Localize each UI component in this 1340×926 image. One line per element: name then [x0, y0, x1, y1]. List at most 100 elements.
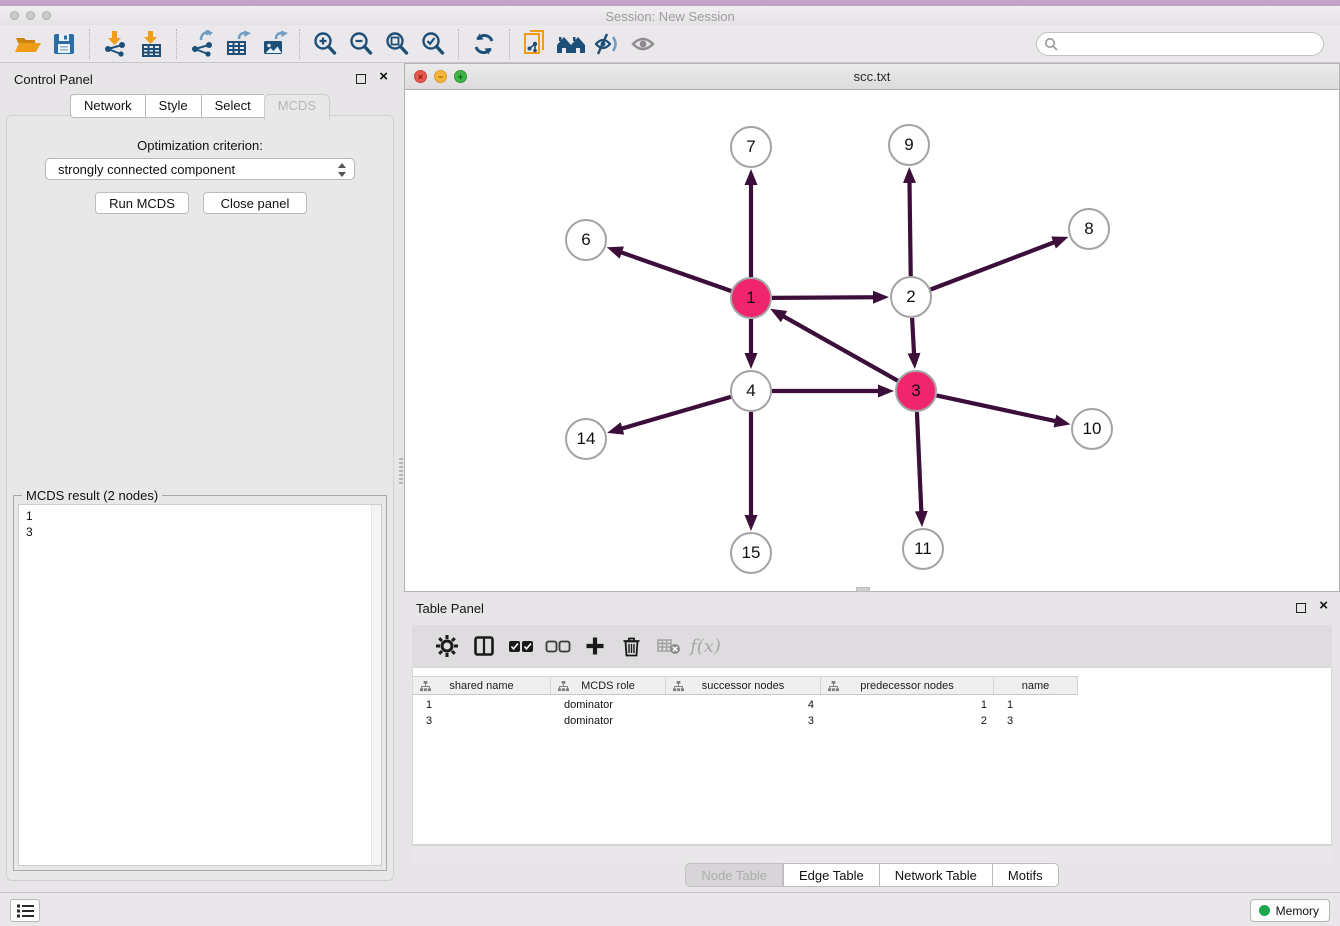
close-panel-button[interactable]: Close panel: [203, 192, 307, 214]
tab-select[interactable]: Select: [201, 94, 264, 118]
zoom-out-button[interactable]: [343, 28, 379, 60]
graph-edge-2-8[interactable]: [931, 239, 1063, 290]
table-cell-predecessor-nodes[interactable]: 1: [821, 697, 994, 713]
search-input[interactable]: [1058, 37, 1316, 51]
graph-edge-3-11[interactable]: [917, 412, 922, 521]
hierarchy-icon: [673, 681, 684, 692]
tab-motifs[interactable]: Motifs: [992, 863, 1059, 887]
graph-node-15[interactable]: 15: [730, 532, 772, 574]
graph-node-7[interactable]: 7: [730, 126, 772, 168]
close-panel-icon[interactable]: ×: [379, 68, 388, 85]
scrollbar-track[interactable]: [371, 505, 381, 865]
import-table-button[interactable]: [133, 28, 169, 60]
select-all-button[interactable]: [502, 629, 539, 663]
columns-button[interactable]: [465, 629, 502, 663]
refresh-layout-icon: [471, 31, 497, 57]
table-cell-mcds-role[interactable]: dominator: [551, 713, 666, 729]
panel-splitter-grip[interactable]: [399, 458, 403, 484]
export-image-icon: [261, 30, 288, 57]
refresh-layout-button[interactable]: [466, 28, 502, 60]
column-label: successor nodes: [702, 680, 785, 692]
float-table-panel-icon[interactable]: [1296, 603, 1306, 613]
canvas-splitter-grip[interactable]: [856, 587, 870, 592]
graph-node-4[interactable]: 4: [730, 370, 772, 412]
tab-mcds[interactable]: MCDS: [264, 94, 330, 120]
list-icon: [17, 904, 34, 918]
control-panel: Control Panel × NetworkStyleSelectMCDS O…: [0, 63, 400, 891]
open-file-button[interactable]: [10, 28, 46, 60]
task-history-button[interactable]: [10, 899, 40, 922]
toolbar-separator: [176, 29, 177, 59]
memory-button[interactable]: Memory: [1250, 899, 1330, 922]
graph-edge-1-6[interactable]: [612, 249, 731, 291]
gear-button[interactable]: [428, 629, 465, 663]
add-button[interactable]: [576, 629, 613, 663]
graph-edge-2-3[interactable]: [912, 318, 914, 363]
mcds-result-item[interactable]: 3: [26, 524, 374, 540]
export-image-button[interactable]: [256, 28, 292, 60]
table-cell-shared-name[interactable]: 1: [413, 697, 551, 713]
table-cell-mcds-role[interactable]: dominator: [551, 697, 666, 713]
table-cell-name[interactable]: 1: [994, 697, 1078, 713]
table-cell-successor-nodes[interactable]: 3: [666, 713, 821, 729]
hide-selected-button[interactable]: [589, 28, 625, 60]
delete-table-button[interactable]: [650, 629, 687, 663]
deselect-all-button[interactable]: [539, 629, 576, 663]
graph-edge-3-1[interactable]: [775, 312, 897, 381]
node-table: shared nameMCDS role successor nodes prede…: [412, 667, 1332, 845]
graph-node-1[interactable]: 1: [730, 277, 772, 319]
table-cell-successor-nodes[interactable]: 4: [666, 697, 821, 713]
graph-node-9[interactable]: 9: [888, 124, 930, 166]
table-row[interactable]: 1dominator411: [413, 697, 1078, 713]
graph-node-2[interactable]: 2: [890, 276, 932, 318]
trash-button[interactable]: [613, 629, 650, 663]
toolbar-separator: [458, 29, 459, 59]
table-row[interactable]: 3dominator323: [413, 713, 1078, 729]
graph-node-8[interactable]: 8: [1068, 208, 1110, 250]
graph-edge-1-2[interactable]: [772, 297, 883, 298]
zoom-selected-button[interactable]: [415, 28, 451, 60]
float-panel-icon[interactable]: [356, 74, 366, 84]
column-header-name[interactable]: name: [994, 677, 1078, 694]
graph-node-3[interactable]: 3: [895, 370, 937, 412]
export-network-button[interactable]: [184, 28, 220, 60]
zoom-in-button[interactable]: [307, 28, 343, 60]
column-header-successor-nodes[interactable]: successor nodes: [666, 677, 821, 694]
zoom-in-icon: [312, 31, 338, 57]
table-cell-shared-name[interactable]: 3: [413, 713, 551, 729]
mcds-result-list[interactable]: 13: [18, 504, 382, 866]
new-network-from-selection-button[interactable]: [517, 28, 553, 60]
column-label: predecessor nodes: [860, 680, 954, 692]
tab-edge-table[interactable]: Edge Table: [783, 863, 879, 887]
save-session-button[interactable]: [46, 28, 82, 60]
export-table-button[interactable]: [220, 28, 256, 60]
close-table-panel-icon[interactable]: ×: [1319, 597, 1328, 614]
table-cell-predecessor-nodes[interactable]: 2: [821, 713, 994, 729]
graph-edge-3-10[interactable]: [937, 395, 1065, 423]
graph-node-6[interactable]: 6: [565, 219, 607, 261]
tab-network[interactable]: Network: [70, 94, 145, 118]
table-hscroll-track[interactable]: [412, 845, 1332, 863]
graph-edge-2-9[interactable]: [909, 173, 910, 276]
function-builder-button[interactable]: f(x): [687, 629, 724, 663]
table-cell-name[interactable]: 3: [994, 713, 1078, 729]
mcds-result-item[interactable]: 1: [26, 508, 374, 524]
column-header-mcds-role[interactable]: MCDS role: [551, 677, 666, 694]
select-all-icon: [508, 640, 534, 653]
column-header-predecessor-nodes[interactable]: predecessor nodes: [821, 677, 994, 694]
tab-node-table[interactable]: Node Table: [685, 863, 783, 887]
tab-style[interactable]: Style: [145, 94, 201, 118]
show-all-button[interactable]: [625, 28, 661, 60]
network-canvas[interactable]: 7 9 6 8 1 2 4 3 14 10 15 11: [405, 91, 1339, 591]
run-mcds-button[interactable]: Run MCDS: [95, 192, 189, 214]
first-neighbors-button[interactable]: [553, 28, 589, 60]
optimization-criterion-select[interactable]: strongly connected component: [45, 158, 355, 180]
graph-node-14[interactable]: 14: [565, 418, 607, 460]
graph-edge-4-14[interactable]: [613, 397, 731, 431]
zoom-fit-button[interactable]: [379, 28, 415, 60]
tab-network-table[interactable]: Network Table: [879, 863, 992, 887]
import-network-button[interactable]: [97, 28, 133, 60]
graph-node-11[interactable]: 11: [902, 528, 944, 570]
column-header-shared-name[interactable]: shared name: [413, 677, 551, 694]
graph-node-10[interactable]: 10: [1071, 408, 1113, 450]
